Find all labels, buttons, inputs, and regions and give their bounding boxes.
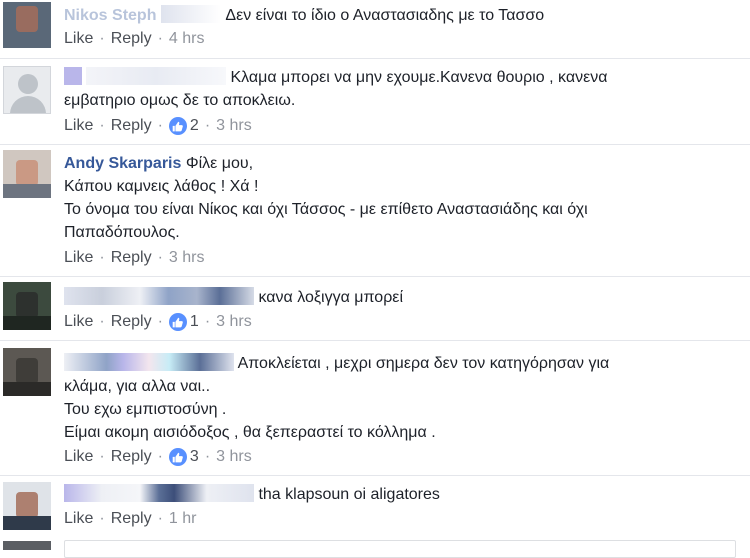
comment-body: κανα λοξιγγα μπορεί xyxy=(258,289,403,306)
reply-button[interactable]: Reply xyxy=(111,117,152,135)
author-name[interactable]: Andy Skarparis xyxy=(64,155,181,172)
separator: · xyxy=(99,313,105,330)
timestamp[interactable]: 3 hrs xyxy=(216,117,252,135)
avatar[interactable] xyxy=(3,482,51,530)
separator: · xyxy=(99,510,105,527)
comment-text: Κλαμα μπορει να μην εχουμε.Κανενα θουριο… xyxy=(64,66,744,112)
reply-input[interactable] xyxy=(64,540,736,558)
like-count-value: 3 xyxy=(189,448,199,465)
comment-text: Nikos Steph Δεν είναι το ίδιο ο Αναστασι… xyxy=(64,4,744,27)
comment-actions: Like · Reply · 3 · 3 hrs xyxy=(64,448,252,466)
timestamp[interactable]: 4 hrs xyxy=(169,30,205,48)
separator: · xyxy=(204,117,211,134)
comment-actions: Like · Reply · 3 hrs xyxy=(64,249,205,267)
comment-text: tha klapsoun oi aligatores xyxy=(64,483,744,506)
separator: · xyxy=(157,510,163,527)
avatar[interactable] xyxy=(3,282,51,330)
timestamp[interactable]: 3 hrs xyxy=(216,313,252,331)
thumbs-up-icon xyxy=(168,117,187,135)
like-button[interactable]: Like xyxy=(64,249,93,267)
like-button[interactable]: Like xyxy=(64,448,93,466)
avatar[interactable] xyxy=(3,2,51,48)
separator: · xyxy=(204,313,211,330)
like-button[interactable]: Like xyxy=(64,117,93,135)
reply-button[interactable]: Reply xyxy=(111,313,152,331)
separator: · xyxy=(157,117,163,134)
author-name-redacted xyxy=(64,353,234,371)
comment-text: Αποκλείεται , μεχρι σημερα δεν τον κατηγ… xyxy=(64,352,744,444)
thumbs-up-icon xyxy=(168,313,187,331)
comment-text: Andy Skarparis Φίλε μου, Κάπου καμνεις λ… xyxy=(64,152,744,244)
avatar[interactable] xyxy=(3,150,51,198)
separator: · xyxy=(157,30,163,47)
comment-actions: Like · Reply · 1 hr xyxy=(64,510,197,528)
like-count-value: 1 xyxy=(189,313,199,330)
comment-text: κανα λοξιγγα μπορεί xyxy=(64,286,744,309)
author-name[interactable]: Nikos Steph xyxy=(64,7,156,24)
timestamp[interactable]: 1 hr xyxy=(169,510,197,528)
author-name-redacted xyxy=(64,484,254,502)
like-count-value: 2 xyxy=(189,117,199,134)
like-button[interactable]: Like xyxy=(64,30,93,48)
timestamp[interactable]: 3 hrs xyxy=(169,249,205,267)
avatar[interactable] xyxy=(3,348,51,396)
comment-body: tha klapsoun oi aligatores xyxy=(258,486,440,503)
separator: · xyxy=(204,448,211,465)
like-count[interactable]: 3 xyxy=(168,448,199,466)
comment-actions: Like · Reply · 2 · 3 hrs xyxy=(64,117,252,135)
comment-body: Δεν είναι το ίδιο ο Αναστασιαδης με το Τ… xyxy=(225,7,545,24)
separator: · xyxy=(99,30,105,47)
reply-button[interactable]: Reply xyxy=(111,510,152,528)
comment-actions: Like · Reply · 4 hrs xyxy=(64,30,205,48)
reply-button[interactable]: Reply xyxy=(111,30,152,48)
author-name-redacted xyxy=(64,67,82,85)
timestamp[interactable]: 3 hrs xyxy=(216,448,252,466)
author-name-redacted xyxy=(64,287,254,305)
separator: · xyxy=(157,249,163,266)
like-button[interactable]: Like xyxy=(64,510,93,528)
separator: · xyxy=(99,117,105,134)
comment-actions: Like · Reply · 1 · 3 hrs xyxy=(64,313,252,331)
like-count[interactable]: 1 xyxy=(168,313,199,331)
like-count[interactable]: 2 xyxy=(168,117,199,135)
separator: · xyxy=(99,448,105,465)
current-user-avatar xyxy=(3,541,51,550)
avatar[interactable] xyxy=(3,66,51,114)
like-button[interactable]: Like xyxy=(64,313,93,331)
reply-button[interactable]: Reply xyxy=(111,448,152,466)
separator: · xyxy=(99,249,105,266)
thumbs-up-icon xyxy=(168,448,187,466)
separator: · xyxy=(157,313,163,330)
reply-button[interactable]: Reply xyxy=(111,249,152,267)
separator: · xyxy=(157,448,163,465)
